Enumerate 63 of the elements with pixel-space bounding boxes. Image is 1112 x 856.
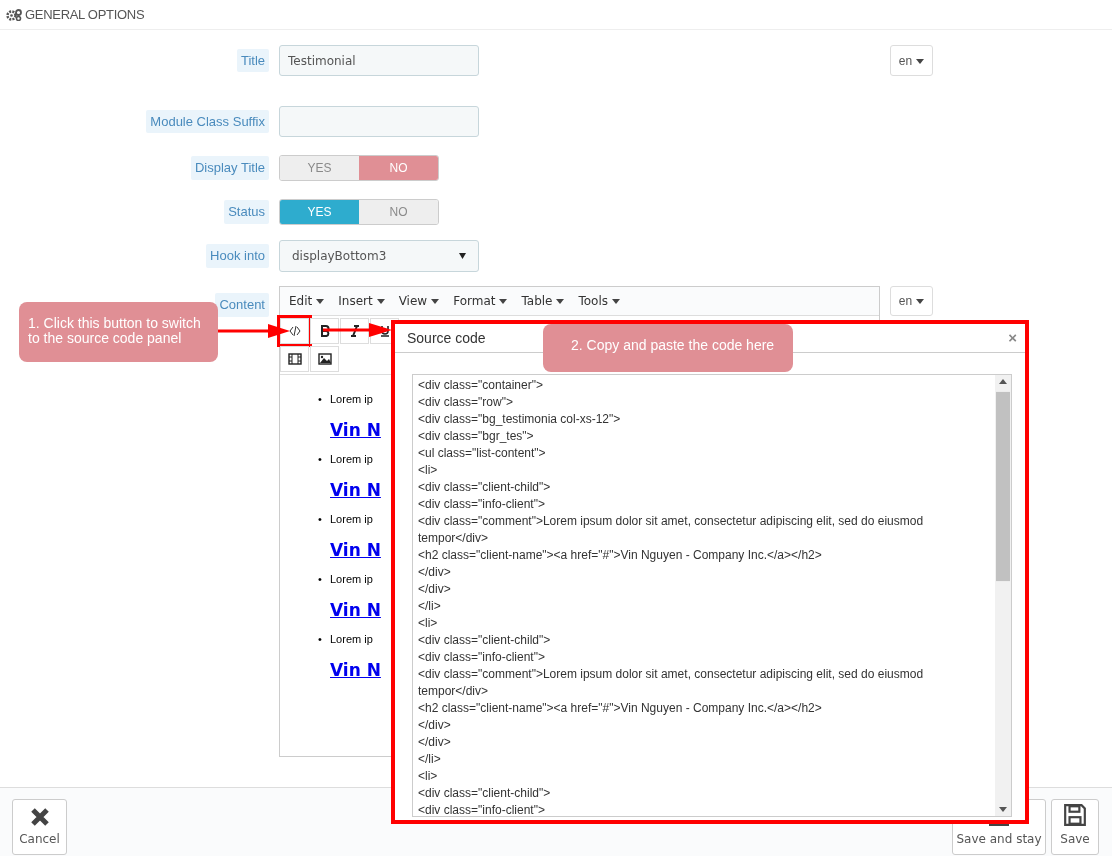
field-label: Status xyxy=(224,200,269,224)
floppy-icon xyxy=(1063,803,1087,827)
client-link[interactable]: Vin N xyxy=(330,597,381,623)
body-text: Lorem ip xyxy=(330,573,373,585)
client-link[interactable]: Vin N xyxy=(330,417,381,443)
body-text: Lorem ip xyxy=(330,393,373,405)
field-label: Hook into xyxy=(206,244,269,268)
dropdown-arrow-icon xyxy=(459,253,466,259)
section-title: GENERAL OPTIONS xyxy=(25,5,145,24)
caret-icon xyxy=(612,299,621,304)
bullet: • xyxy=(318,452,323,467)
client-link[interactable]: Vin N xyxy=(330,477,381,503)
save-button[interactable]: Save xyxy=(1051,799,1099,855)
dialog-title: Source code xyxy=(407,328,486,348)
italic-button[interactable] xyxy=(340,318,369,344)
bullet: • xyxy=(318,572,323,587)
language-button[interactable]: en xyxy=(890,286,933,316)
caret-icon xyxy=(916,58,925,64)
client-link[interactable]: Vin N xyxy=(330,657,381,683)
image-button[interactable] xyxy=(310,346,339,372)
menu-item[interactable]: Insert xyxy=(333,290,390,312)
field-label: Display Title xyxy=(190,156,269,180)
bold-button[interactable] xyxy=(310,318,339,344)
gears-icon xyxy=(6,8,22,21)
caret-icon xyxy=(916,299,925,305)
film-button[interactable] xyxy=(280,346,309,372)
text-input[interactable] xyxy=(279,106,479,137)
caret-icon xyxy=(376,299,385,304)
body-text: Lorem ip xyxy=(330,513,373,525)
menu-item[interactable]: Format xyxy=(448,290,513,312)
close-icon xyxy=(29,807,50,827)
callout: 1. Click this button to switch to the source code panel xyxy=(19,302,218,362)
menu-item[interactable]: Table xyxy=(516,290,570,312)
field-label: Module Class Suffix xyxy=(146,109,269,134)
italic-icon xyxy=(348,325,361,337)
close-button[interactable]: × xyxy=(1008,326,1017,350)
image-icon xyxy=(317,353,332,365)
field-label: Title xyxy=(236,48,269,73)
bullet: • xyxy=(318,392,323,407)
cancel-button[interactable]: Cancel xyxy=(12,799,67,855)
select-field[interactable]: displayBottom3 xyxy=(279,240,479,272)
caret-icon xyxy=(556,299,565,304)
code-icon xyxy=(288,325,301,337)
caret-icon xyxy=(499,299,508,304)
menu-item[interactable]: View xyxy=(393,290,445,312)
film-icon xyxy=(287,353,302,365)
menu-item[interactable]: Edit xyxy=(284,290,330,312)
field-label: Content xyxy=(215,293,269,317)
caret-icon xyxy=(316,299,325,304)
underline-icon xyxy=(378,325,391,337)
callout: 2. Copy and paste the code here xyxy=(543,324,793,372)
code-field[interactable]: <div class="container"> <div class="row"> <div class="bg_testimonia col-xs-12"> <div class="bgr_tes"> <ul class="list-content"> <li> <div class="client-child"> <div class="info-client"> <div class="comment">Lorem ipsum dolor sit amet, consectetur adipiscing elit, sed do eiusmod tempor</div> <h2 class="client-name"><a href="#">Vin Nguyen - Company Inc.</a></h2> </div> </div> </li> <li> <div class="client-child"> <div class="info-client"> <div class="comment">Lorem ipsum dolor sit amet, consectetur adipiscing elit, sed do eiusmod tempor</div> <h2 class="client-name"><a href="#">Vin Nguyen - Company Inc.</a></h2> </div> </div> </li> <li> <div class="client-child"> <div class="info-client"> xyxy=(412,374,1012,817)
text-input[interactable]: Testimonial xyxy=(279,45,479,76)
body-text: Lorem ip xyxy=(330,453,373,465)
menu-item[interactable]: Tools xyxy=(573,290,626,312)
bullet: • xyxy=(318,632,323,647)
caret-icon xyxy=(431,299,440,304)
language-button[interactable]: en xyxy=(890,45,933,76)
code-button[interactable] xyxy=(280,318,309,344)
bold-icon xyxy=(318,325,331,337)
bullet: • xyxy=(318,512,323,527)
client-link[interactable]: Vin N xyxy=(330,537,381,563)
body-text: Lorem ip xyxy=(330,633,373,645)
